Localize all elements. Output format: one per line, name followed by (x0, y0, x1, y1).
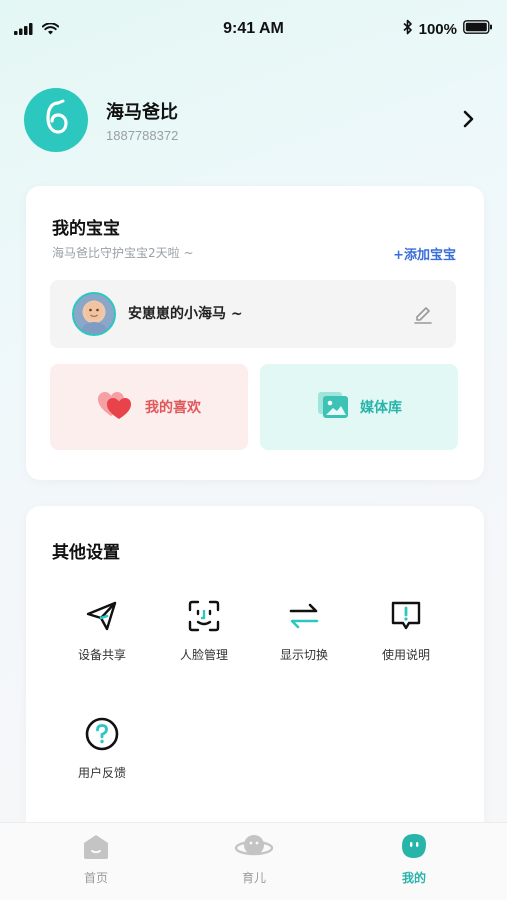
media-library-label: 媒体库 (360, 400, 402, 416)
paper-plane-icon (52, 596, 152, 636)
tab-label: 我的 (401, 871, 426, 885)
status-bar: 9:41 AM 100% (0, 0, 507, 60)
baby-avatar[interactable] (72, 292, 116, 336)
tab-parenting[interactable]: 育儿 (204, 831, 304, 886)
tab-label: 育儿 (241, 871, 266, 885)
setting-label: 使用说明 (381, 648, 430, 662)
profile-name: 海马爸比 (106, 102, 178, 123)
profile-header[interactable]: 海马爸比 1887788372 (24, 88, 484, 154)
face-scan-icon (154, 596, 254, 636)
question-icon (52, 714, 152, 754)
me-icon (399, 834, 429, 865)
hearts-icon (97, 390, 135, 424)
my-baby-title: 我的宝宝 (52, 219, 120, 239)
tab-label: 首页 (83, 871, 108, 885)
my-favorites-label: 我的喜欢 (145, 400, 201, 416)
setting-label: 设备共享 (77, 648, 126, 662)
setting-user-feedback[interactable]: 用户反馈 (52, 714, 152, 804)
setting-face-management[interactable]: 人脸管理 (154, 596, 254, 686)
other-settings-card: 其他设置 设备共享 人脸管理 显示切换 使用说明 用户反馈 (26, 506, 484, 836)
setting-label: 用户反馈 (77, 766, 126, 780)
setting-instructions[interactable]: 使用说明 (356, 596, 456, 686)
my-baby-card: 我的宝宝 海马爸比守护宝宝2天啦 ~ +添加宝宝 安崽崽的小海马 ~ 我的喜欢 … (26, 186, 484, 480)
baby-profile-row[interactable]: 安崽崽的小海马 ~ (50, 280, 456, 348)
media-library-button[interactable]: 媒体库 (260, 364, 458, 450)
avatar[interactable] (24, 88, 88, 152)
setting-device-sharing[interactable]: 设备共享 (52, 596, 152, 686)
edit-icon[interactable] (412, 302, 434, 328)
planet-icon (234, 835, 274, 865)
status-right: 100% (403, 19, 493, 39)
other-settings-title: 其他设置 (52, 543, 120, 563)
setting-display-switch[interactable]: 显示切换 (254, 596, 354, 686)
tab-home[interactable]: 首页 (46, 831, 146, 886)
bluetooth-icon (403, 19, 413, 39)
home-icon (81, 835, 111, 865)
tab-mine[interactable]: 我的 (364, 831, 464, 886)
seahorse-logo-icon (39, 98, 73, 142)
my-favorites-button[interactable]: 我的喜欢 (50, 364, 248, 450)
profile-phone: 1887788372 (106, 128, 179, 143)
photo-album-icon (316, 390, 350, 424)
battery-icon (463, 20, 493, 38)
my-baby-subtitle: 海马爸比守护宝宝2天啦 ~ (52, 246, 194, 260)
baby-name: 安崽崽的小海马 ~ (128, 306, 243, 322)
instructions-icon (356, 596, 456, 636)
battery-percent: 100% (418, 20, 457, 38)
bottom-tab-bar: 首页 育儿 我的 (0, 822, 507, 900)
chevron-right-icon[interactable] (462, 108, 476, 134)
switch-arrows-icon (254, 596, 354, 636)
add-baby-link[interactable]: +添加宝宝 (393, 244, 456, 263)
setting-label: 显示切换 (279, 648, 328, 662)
setting-label: 人脸管理 (179, 648, 228, 662)
